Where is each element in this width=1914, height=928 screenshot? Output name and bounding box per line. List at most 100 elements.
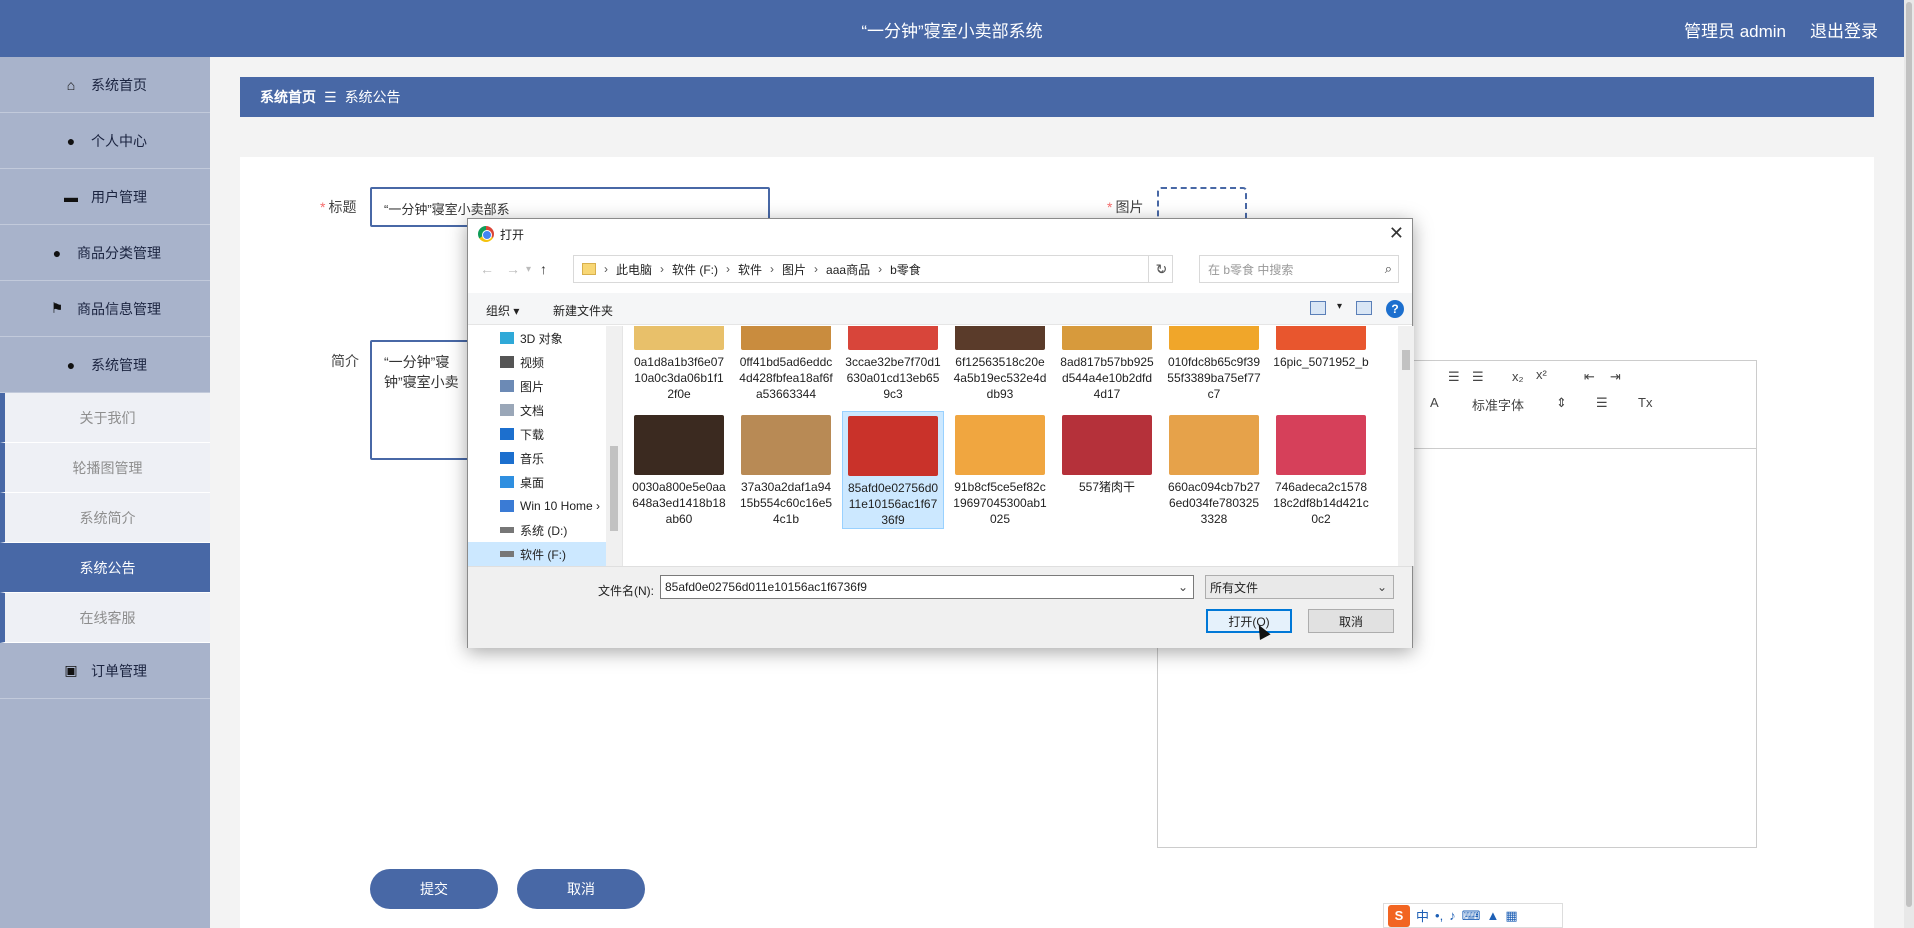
view-options-icon[interactable] — [1310, 301, 1326, 315]
recent-dropdown-icon[interactable]: ▾ — [526, 264, 531, 275]
back-arrow-icon[interactable]: ← — [480, 261, 494, 277]
3d-objects-icon — [500, 332, 514, 344]
microphone-icon[interactable]: ♪ — [1449, 908, 1456, 923]
organize-button[interactable]: 组织 ▾ — [486, 302, 519, 319]
punctuation-icon[interactable]: •, — [1435, 908, 1443, 923]
clear-format-icon[interactable]: Tx — [1638, 395, 1652, 410]
file-item[interactable]: 0ff41bd5ad6eddc4d428fbfea18af6fa53663344 — [735, 326, 837, 402]
skin-icon[interactable]: ▲ — [1486, 908, 1499, 923]
help-icon[interactable]: ? — [1386, 300, 1404, 318]
tree-item-label: 软件 (F:) — [520, 547, 566, 562]
filetype-select[interactable]: 所有文件 ⌄ — [1205, 575, 1394, 599]
background-color-icon[interactable]: A — [1430, 395, 1439, 410]
file-thumbnail — [634, 326, 724, 350]
subscript-icon[interactable]: x₂ — [1512, 369, 1524, 384]
tree-item-documents[interactable]: 文档 — [468, 398, 608, 422]
dialog-cancel-button[interactable]: 取消 — [1308, 609, 1394, 633]
path-segment[interactable]: b零食 — [890, 261, 921, 278]
address-bar[interactable]: › 此电脑 › 软件 (F:) › 软件 › 图片 › aaa商品 › b零食 … — [573, 255, 1173, 283]
tree-item-win10[interactable]: Win 10 Home › — [468, 494, 608, 518]
breadcrumb-current: 系统公告 — [344, 89, 401, 105]
align-icon[interactable]: ☰ — [1596, 395, 1608, 411]
ordered-list-icon[interactable]: ☰ — [1448, 369, 1460, 385]
bullet-list-icon[interactable]: ☰ — [1472, 369, 1484, 385]
path-segment[interactable]: 软件 (F:) — [672, 261, 718, 278]
tree-item-pictures[interactable]: 图片 — [468, 374, 608, 398]
chevron-right-icon: › — [770, 262, 775, 276]
ime-mode[interactable]: 中 — [1416, 906, 1429, 925]
file-name: 0ff41bd5ad6eddc4d428fbfea18af6fa53663344 — [739, 355, 833, 401]
page-scrollbar[interactable] — [1904, 0, 1914, 928]
indent-icon[interactable]: ⇥ — [1610, 369, 1621, 385]
path-segment[interactable]: 此电脑 — [616, 261, 652, 278]
sidebar-item-profile[interactable]: ● 个人中心 — [0, 113, 210, 169]
file-thumbnail — [1169, 326, 1259, 350]
chevron-down-icon[interactable]: ▾ — [1337, 301, 1342, 312]
ime-toolbar[interactable]: S 中 •, ♪ ⌨ ▲ ▦ — [1383, 903, 1563, 928]
file-item[interactable]: 16pic_5071952_b — [1270, 326, 1372, 370]
search-input[interactable]: 在 b零食 中搜索 ⌕ — [1199, 255, 1399, 283]
up-arrow-icon[interactable]: ↑ — [540, 261, 547, 277]
tree-item-music[interactable]: 音乐 — [468, 446, 608, 470]
open-button[interactable]: 打开(O) — [1206, 609, 1292, 633]
sidebar-subitem-about[interactable]: 关于我们 — [0, 393, 210, 443]
superscript-icon[interactable]: x² — [1536, 367, 1547, 382]
dialog-footer: 文件名(N): 85afd0e02756d011e10156ac1f6736f9… — [468, 566, 1412, 648]
sidebar-item-orders[interactable]: ▣ 订单管理 — [0, 643, 210, 699]
sidebar-item-home[interactable]: ⌂ 系统首页 — [0, 57, 210, 113]
sidebar-item-system[interactable]: ● 系统管理 — [0, 337, 210, 393]
preview-pane-icon[interactable] — [1356, 301, 1372, 315]
logout-link[interactable]: 退出登录 — [1810, 17, 1878, 42]
file-list-scrollbar[interactable] — [1398, 326, 1414, 566]
breadcrumb-home[interactable]: 系统首页 — [260, 87, 316, 107]
submit-button[interactable]: 提交 — [370, 869, 498, 909]
file-item[interactable]: 0030a800e5e0aa648a3ed1418b18ab60 — [628, 411, 730, 527]
sidebar-subitem-service[interactable]: 在线客服 — [0, 593, 210, 643]
keyboard-icon[interactable]: ⌨ — [1462, 908, 1481, 924]
file-thumbnail — [634, 415, 724, 475]
page-scrollbar-thumb[interactable] — [1906, 2, 1912, 907]
sidebar-item-products[interactable]: ⚑ 商品信息管理 — [0, 281, 210, 337]
sidebar-item-users[interactable]: ▬ 用户管理 — [0, 169, 210, 225]
font-select[interactable]: 标准字体 — [1472, 395, 1524, 414]
cancel-button[interactable]: 取消 — [517, 869, 645, 909]
close-icon[interactable]: ✕ — [1389, 223, 1404, 244]
font-select-arrow-icon[interactable]: ⇕ — [1556, 395, 1567, 411]
tree-scrollbar[interactable] — [606, 326, 622, 566]
file-item-selected[interactable]: 85afd0e02756d011e10156ac1f6736f9 — [842, 411, 944, 529]
sidebar-item-categories[interactable]: ● 商品分类管理 — [0, 225, 210, 281]
sidebar-subitem-carousel[interactable]: 轮播图管理 — [0, 443, 210, 493]
tree-item-3d[interactable]: 3D 对象 — [468, 326, 608, 350]
file-item[interactable]: 010fdc8b65c9f3955f3389ba75ef77c7 — [1163, 326, 1265, 402]
forward-arrow-icon[interactable]: → — [506, 261, 520, 277]
file-item[interactable]: 8ad817b57bb925d544a4e10b2dfd4d17 — [1056, 326, 1158, 402]
path-segment[interactable]: 软件 — [738, 261, 762, 278]
chevron-down-icon[interactable]: ⌄ — [1377, 580, 1387, 594]
path-segment[interactable]: aaa商品 — [826, 261, 870, 278]
refresh-icon[interactable]: ↻ — [1148, 255, 1174, 283]
file-item[interactable]: 746adeca2c157818c2df8b14d421c0c2 — [1270, 411, 1372, 527]
chevron-down-icon[interactable]: ⌄ — [1178, 580, 1188, 594]
sidebar-subitem-notice[interactable]: 系统公告 — [0, 543, 210, 593]
file-item[interactable]: 557猪肉干 — [1056, 411, 1158, 495]
tree-item-downloads[interactable]: 下载 — [468, 422, 608, 446]
tree-item-desktop[interactable]: 桌面 — [468, 470, 608, 494]
tree-item-drive-d[interactable]: 系统 (D:) — [468, 518, 608, 542]
file-item[interactable]: 3ccae32be7f70d1630a01cd13eb659c3 — [842, 326, 944, 402]
intro-textarea[interactable]: “一分钟”寝 钟”寝室小卖 — [370, 340, 480, 460]
file-item[interactable]: 6f12563518c20e4a5b19ec532e4ddb93 — [949, 326, 1051, 402]
tree-item-video[interactable]: 视频 — [468, 350, 608, 374]
outdent-icon[interactable]: ⇤ — [1584, 369, 1595, 385]
file-item[interactable]: 0a1d8a1b3f6e0710a0c3da06b1f12f0e — [628, 326, 730, 402]
tree-scrollbar-thumb[interactable] — [610, 446, 618, 531]
file-item[interactable]: 37a30a2daf1a9415b554c60c16e54c1b — [735, 411, 837, 527]
toolbox-icon[interactable]: ▦ — [1505, 908, 1517, 924]
file-list-scrollbar-thumb[interactable] — [1402, 350, 1410, 370]
filename-input[interactable]: 85afd0e02756d011e10156ac1f6736f9 ⌄ — [660, 575, 1194, 599]
sidebar-subitem-intro[interactable]: 系统简介 — [0, 493, 210, 543]
path-segment[interactable]: 图片 — [782, 261, 806, 278]
file-item[interactable]: 91b8cf5ce5ef82c19697045300ab1025 — [949, 411, 1051, 527]
new-folder-button[interactable]: 新建文件夹 — [553, 302, 613, 319]
file-item[interactable]: 660ac094cb7b276ed034fe7803253328 — [1163, 411, 1265, 527]
tree-item-drive-f[interactable]: 软件 (F:) — [468, 542, 608, 566]
